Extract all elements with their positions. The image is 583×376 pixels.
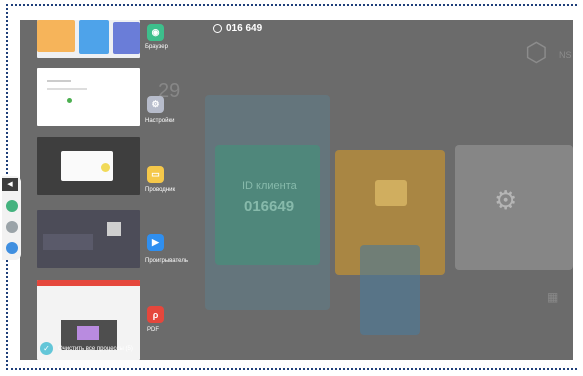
app-label-player: Проигрыватель [145,258,188,264]
folder-app-icon[interactable]: ▭ [147,166,164,183]
thumb-block [113,22,140,54]
thumb-browser[interactable] [37,20,140,58]
connection-id-text: 016 649 [226,23,263,34]
clear-all-button[interactable]: ✓ Очистить все процессы (5) [40,342,133,355]
thumb-image [77,326,99,340]
grid-icon: ▦ [547,290,559,304]
menu-icon[interactable] [6,242,18,254]
settings-icon[interactable]: ⚙ [147,96,164,113]
thumb-block [43,234,93,250]
back-icon[interactable] [6,221,18,233]
collapse-arrow-icon[interactable]: ◀ [2,178,18,191]
connection-id: 016 649 [213,23,262,34]
app-label-pdf: PDF [147,327,159,333]
thumb-explorer[interactable] [37,137,140,195]
thumb-block [79,20,109,54]
app-label-settings: Настройки [145,118,175,124]
gear-icon: ⚙ [494,185,518,215]
folder-icon [375,180,407,206]
bg-watermark-number: 016649 [244,198,295,215]
thumb-settings[interactable] [37,68,140,126]
thumb-line [47,88,87,90]
app-label-explorer: Проводник [145,187,176,193]
thumb-line [47,80,71,82]
browser-icon[interactable]: ◉ [147,24,164,41]
thumb-dot [101,163,110,172]
corner-text: NS [559,50,572,60]
remote-icon [213,24,222,33]
cube-logo-icon: ⬡ [525,37,548,67]
bg-window-2 [360,245,420,335]
thumb-player[interactable] [37,210,140,268]
thumb-bar [37,280,140,286]
pdf-icon[interactable]: ρ [147,306,164,323]
clear-all-label: Очистить все процессы (5) [58,345,133,352]
bg-watermark-label: ID клиента [242,180,297,192]
home-icon[interactable] [6,200,18,212]
app-label-browser: Браузер [145,44,168,50]
task-switcher-screen: 29 ID клиента 016649 ⚙ ⬡ NS ▦ 016 649 ◉ … [20,20,573,360]
thumb-dot [67,98,72,103]
broom-icon: ✓ [40,342,53,355]
thumb-block [37,20,75,52]
qr-icon [107,222,121,236]
play-icon[interactable]: ▶ [147,234,164,251]
